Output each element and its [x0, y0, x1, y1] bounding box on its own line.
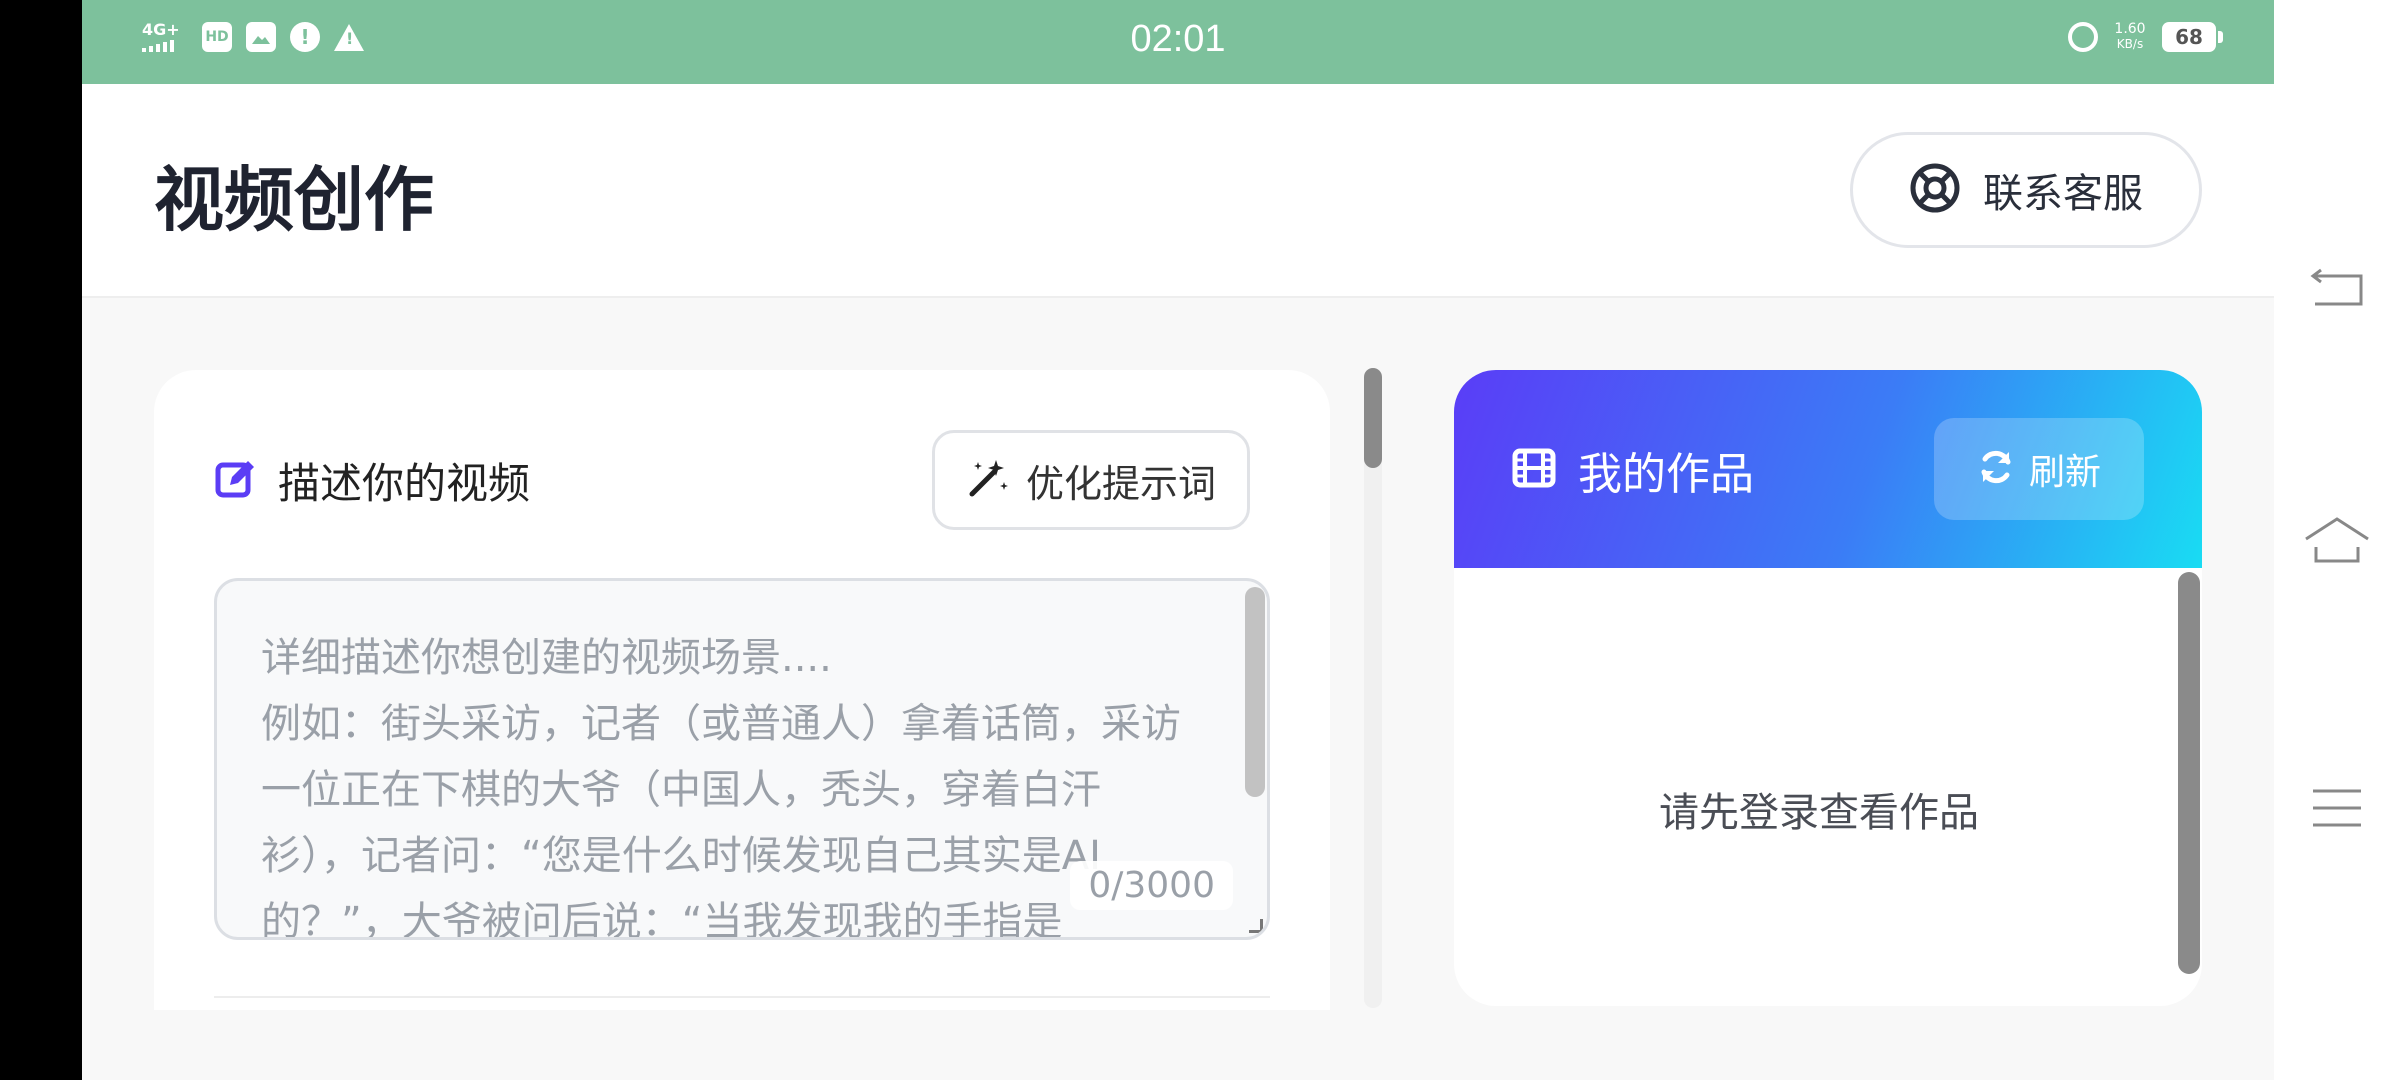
optimize-prompt-label: 优化提示词 — [1025, 461, 1216, 506]
menu-icon[interactable] — [2302, 778, 2372, 838]
page-title: 视频创作 — [154, 159, 434, 241]
prompt-card: 描述你的视频 优化提示词 详细描述你想创建的视频场景.... 例如：街头采访，记… — [154, 370, 1330, 1010]
video-description-textarea[interactable]: 详细描述你想创建的视频场景.... 例如：街头采访，记者（或普通人）拿着话筒，采… — [214, 578, 1270, 940]
edit-icon — [214, 457, 258, 505]
status-time: 02:01 — [1130, 18, 1226, 60]
status-right: 1.60 KB/s 68 — [2068, 22, 2223, 52]
textarea-scrollbar[interactable] — [1245, 587, 1265, 797]
system-nav-bar — [2274, 0, 2400, 1080]
refresh-button[interactable]: 刷新 — [1934, 418, 2144, 520]
battery-level: 68 — [2175, 25, 2203, 49]
speed-value: 1.60 — [2114, 21, 2146, 37]
battery-icon: 68 — [2162, 22, 2223, 52]
film-icon — [1512, 448, 1556, 492]
contact-support-label: 联系客服 — [1983, 171, 2143, 217]
app-screen: 4G+ HD ! ! 02:01 1.60 KB/s 68 视频创作 联系客服 … — [82, 0, 2274, 1080]
speed-unit: KB/s — [2116, 37, 2144, 51]
lifebuoy-icon — [1909, 162, 1961, 218]
character-counter: 0/3000 — [1070, 861, 1233, 910]
magic-wand-icon — [966, 456, 1010, 504]
refresh-icon — [1977, 448, 2015, 490]
page-header: 视频创作 联系客服 — [82, 84, 2274, 298]
my-works-card: 我的作品 刷新 请先登录查看作品 — [1454, 370, 2202, 1006]
optimize-prompt-button[interactable]: 优化提示词 — [932, 430, 1250, 530]
my-works-header: 我的作品 刷新 — [1454, 370, 2202, 568]
textarea-placeholder: 详细描述你想创建的视频场景.... 例如：街头采访，记者（或普通人）拿着话筒，采… — [261, 635, 1181, 940]
my-works-title-row: 我的作品 — [1512, 438, 1754, 502]
alarm-icon — [2068, 22, 2098, 52]
page-scrollbar-thumb[interactable] — [1364, 368, 1382, 468]
my-works-title: 我的作品 — [1578, 449, 1754, 500]
refresh-label: 刷新 — [2028, 452, 2101, 493]
home-icon[interactable] — [2302, 510, 2372, 570]
works-empty-message: 请先登录查看作品 — [1659, 790, 1979, 836]
prompt-card-header: 描述你的视频 — [214, 450, 530, 511]
works-scrollbar[interactable] — [2178, 572, 2200, 974]
back-icon[interactable] — [2302, 255, 2372, 315]
contact-support-button[interactable]: 联系客服 — [1850, 132, 2202, 248]
prompt-card-title: 描述你的视频 — [278, 459, 531, 508]
network-speed: 1.60 KB/s — [2110, 22, 2150, 52]
card-divider — [214, 996, 1270, 998]
status-bar: 4G+ HD ! ! 02:01 1.60 KB/s 68 — [82, 0, 2274, 84]
resize-handle-icon[interactable] — [1249, 919, 1263, 933]
